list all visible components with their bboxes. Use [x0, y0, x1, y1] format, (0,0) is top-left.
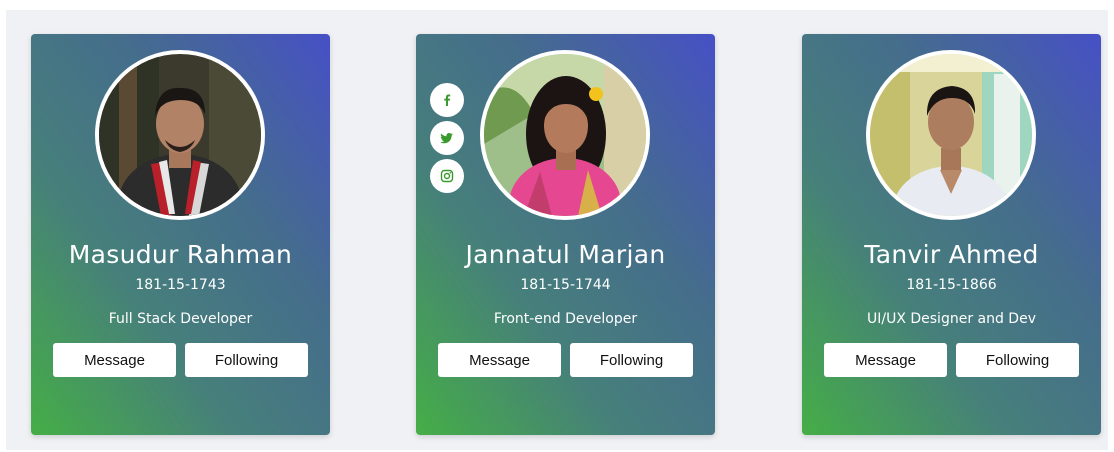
profile-role: Full Stack Developer: [108, 311, 253, 327]
profile-id: 181-15-1744: [520, 277, 611, 293]
profile-card: Masudur Rahman 181-15-1743 Full Stack De…: [31, 34, 330, 435]
avatar-frame: [866, 50, 1036, 220]
instagram-link[interactable]: [430, 159, 464, 193]
profile-name: Masudur Rahman: [68, 240, 293, 269]
facebook-icon: [444, 94, 451, 106]
avatar: [99, 54, 261, 216]
profile-role: UI/UX Designer and Dev: [866, 311, 1036, 327]
instagram-icon: [440, 169, 454, 183]
profile-name: Jannatul Marjan: [465, 240, 666, 269]
avatar: [484, 54, 646, 216]
cards-container: Masudur Rahman 181-15-1743 Full Stack De…: [6, 10, 1108, 450]
avatar: [870, 54, 1032, 216]
twitter-icon: [440, 133, 453, 144]
message-button[interactable]: Message: [824, 343, 947, 377]
following-button[interactable]: Following: [185, 343, 308, 377]
avatar-frame: [95, 50, 265, 220]
profile-role: Front-end Developer: [493, 311, 638, 327]
message-button[interactable]: Message: [438, 343, 561, 377]
following-button[interactable]: Following: [956, 343, 1079, 377]
profile-card: Jannatul Marjan 181-15-1744 Front-end De…: [416, 34, 715, 435]
message-button[interactable]: Message: [53, 343, 176, 377]
profile-card: Tanvir Ahmed 181-15-1866 UI/UX Designer …: [802, 34, 1101, 435]
profile-id: 181-15-1743: [135, 277, 226, 293]
profile-name: Tanvir Ahmed: [864, 240, 1039, 269]
following-button[interactable]: Following: [570, 343, 693, 377]
twitter-link[interactable]: [430, 121, 464, 155]
profile-id: 181-15-1866: [906, 277, 997, 293]
avatar-frame: [480, 50, 650, 220]
facebook-link[interactable]: [430, 83, 464, 117]
